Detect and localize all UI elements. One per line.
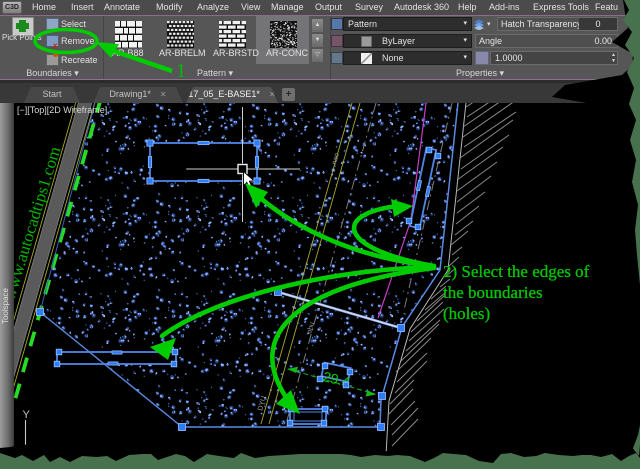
svg-text:1: 1 <box>176 60 186 82</box>
